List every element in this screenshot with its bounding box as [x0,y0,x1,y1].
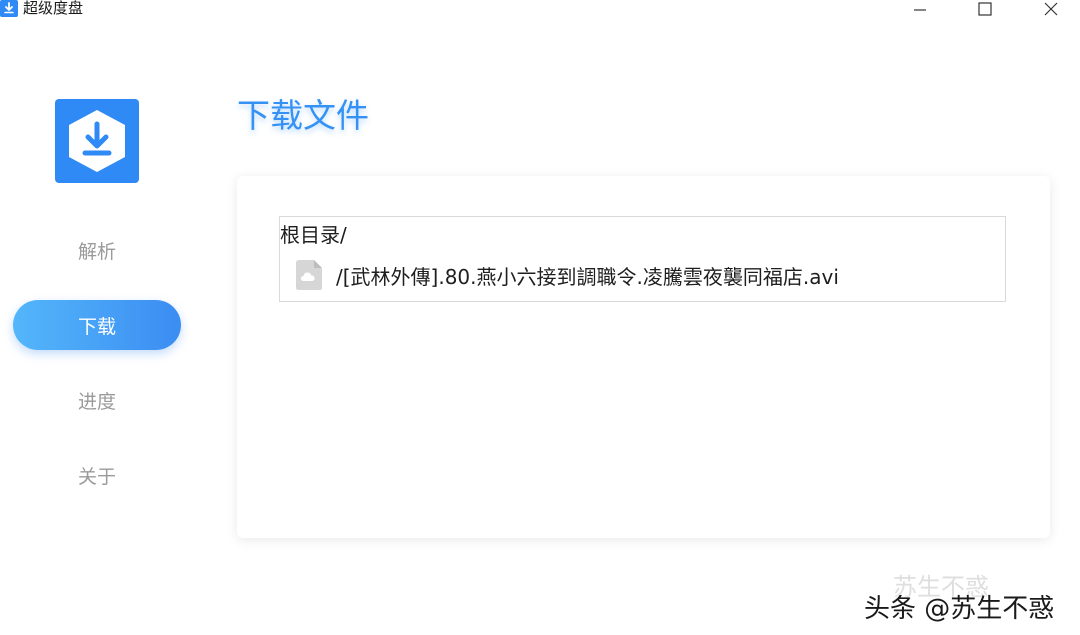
maximize-icon [978,2,992,16]
nav-item-progress[interactable]: 进度 [13,375,181,425]
close-button[interactable] [1034,0,1068,18]
page-title: 下载文件 [237,96,369,135]
title-bar: 超级度盘 [0,0,1080,20]
nav-item-label: 进度 [77,390,116,413]
file-tree: 根目录/ /[武林外傳].80.燕小六接到調職令.凌騰雲夜襲同福店.avi [279,216,1006,302]
app-title: 超级度盘 [23,0,84,17]
nav-item-about[interactable]: 关于 [13,450,181,500]
nav-item-download[interactable]: 下载 [13,300,181,350]
cloud-file-icon [296,260,322,290]
maximize-button[interactable] [968,0,1002,18]
tree-file-item[interactable]: /[武林外傳].80.燕小六接到調職令.凌騰雲夜襲同福店.avi [295,259,839,291]
file-name: /[武林外傳].80.燕小六接到調職令.凌騰雲夜襲同福店.avi [336,264,839,289]
nav-item-parse[interactable]: 解析 [13,225,181,275]
close-icon [1044,2,1058,16]
minimize-icon [914,9,926,11]
nav-item-label: 关于 [77,465,116,488]
nav-item-label: 解析 [77,240,116,263]
app-logo [55,99,139,183]
nav-item-label: 下载 [77,315,116,338]
download-logo-icon [69,110,125,172]
download-card: 根目录/ /[武林外傳].80.燕小六接到調職令.凌騰雲夜襲同福店.avi [237,176,1050,538]
watermark: 头条 @苏生不惑 [864,594,1055,624]
tree-root-label: 根目录/ [280,223,347,247]
minimize-button[interactable] [903,0,937,18]
download-app-icon [0,0,18,17]
